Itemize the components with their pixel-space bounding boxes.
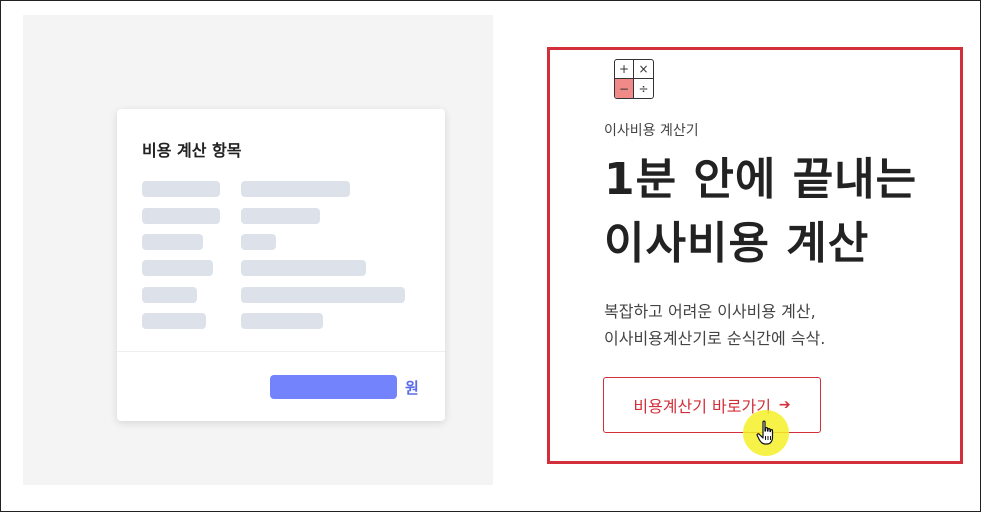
cta-label: 비용계산기 바로가기 [633, 397, 771, 416]
calculator-link-button[interactable]: 비용계산기 바로가기 ➔ [603, 377, 821, 433]
hero-headline: 1분 안에 끝내는이사비용 계산 [604, 148, 917, 276]
result-bar [270, 375, 397, 399]
skeleton-label [142, 260, 213, 276]
plus-icon: + [615, 60, 634, 79]
skeleton-value [241, 287, 405, 303]
times-icon: × [634, 60, 653, 79]
skeleton-label [142, 208, 220, 224]
skeleton-value [241, 181, 350, 197]
skeleton-value [241, 234, 276, 250]
arrow-right-icon: ➔ [778, 397, 791, 413]
skeleton-label [142, 234, 203, 250]
calculator-icon: + × − ÷ [614, 59, 654, 99]
hand-pointer-icon [756, 420, 774, 445]
cost-items-card: 비용 계산 항목 원 [117, 109, 445, 421]
illustration-panel: 비용 계산 항목 원 [23, 15, 493, 485]
skeleton-label [142, 287, 197, 303]
divide-icon: ÷ [638, 81, 649, 96]
skeleton-value [241, 313, 323, 329]
minus-icon: − [615, 79, 634, 98]
headline-line-2: 이사비용 계산 [604, 218, 870, 269]
description-line-2: 이사비용계산기로 순식간에 슥삭. [604, 329, 826, 348]
skeleton-value [241, 260, 366, 276]
description-line-1: 복잡하고 어려운 이사비용 계산, [604, 302, 816, 321]
skeleton-value [241, 208, 320, 224]
headline-line-1: 1분 안에 끝내는 [604, 154, 918, 205]
skeleton-label [142, 313, 206, 329]
hero-description: 복잡하고 어려운 이사비용 계산, 이사비용계산기로 순식간에 슥삭. [604, 298, 825, 352]
card-title: 비용 계산 항목 [142, 141, 242, 160]
section-eyebrow: 이사비용 계산기 [604, 123, 699, 139]
card-divider [117, 351, 445, 352]
currency-unit: 원 [405, 379, 419, 397]
skeleton-label [142, 181, 220, 197]
